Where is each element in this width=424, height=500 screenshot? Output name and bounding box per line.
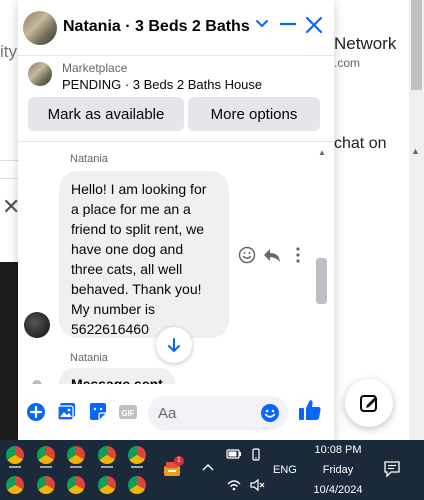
chevron-up-icon[interactable] xyxy=(201,462,215,472)
chrome-icon[interactable] xyxy=(67,446,85,464)
contact-avatar[interactable] xyxy=(23,11,57,45)
wifi-icon[interactable] xyxy=(226,478,242,492)
page-scrollbar-thumb[interactable] xyxy=(411,0,422,90)
gif-icon[interactable]: GIF xyxy=(118,402,138,422)
message-bubble[interactable]: Hello! I am looking for a place for me a… xyxy=(59,171,229,338)
page-scroll-arrow-icon[interactable]: ▲ xyxy=(411,146,420,156)
sticker-icon[interactable] xyxy=(88,402,108,422)
message-input-box[interactable] xyxy=(148,396,288,430)
scroll-to-bottom-button[interactable] xyxy=(156,327,192,363)
background-text-chat-on: chat on xyxy=(334,135,387,152)
reply-icon[interactable] xyxy=(263,246,281,264)
close-icon[interactable] xyxy=(305,16,323,34)
chrome-icon[interactable] xyxy=(6,446,24,464)
chrome-icon[interactable] xyxy=(128,476,146,494)
background-text-network: Network xyxy=(334,34,397,53)
taskbar-active-indicator xyxy=(9,466,21,468)
marketplace-label: Marketplace xyxy=(62,61,128,75)
plus-circle-icon[interactable] xyxy=(26,402,46,422)
thumbs-up-icon[interactable] xyxy=(298,398,322,422)
clock-time[interactable]: 10:08 PM xyxy=(310,444,366,456)
compose-icon xyxy=(360,395,377,412)
svg-text:GIF: GIF xyxy=(121,409,134,418)
background-dark-panel xyxy=(0,262,18,440)
message-composer: GIF xyxy=(18,384,334,440)
chrome-icon[interactable] xyxy=(67,476,85,494)
notification-badge: 1 xyxy=(174,456,184,466)
sender-name: Natania xyxy=(70,352,108,364)
photo-icon[interactable] xyxy=(57,402,77,422)
notification-center-icon[interactable] xyxy=(383,460,401,478)
chrome-icon[interactable] xyxy=(98,446,116,464)
marketplace-card: Marketplace PENDING · 3 Beds 2 Baths Hou… xyxy=(18,56,334,142)
mark-available-button[interactable]: Mark as available xyxy=(28,97,184,131)
chrome-icon[interactable] xyxy=(37,476,55,494)
message-input[interactable] xyxy=(158,404,258,422)
sender-avatar[interactable] xyxy=(24,312,50,338)
chrome-icon[interactable] xyxy=(6,476,24,494)
chrome-icon[interactable] xyxy=(128,446,146,464)
taskbar-active-indicator xyxy=(131,466,143,468)
more-options-button[interactable]: More options xyxy=(188,97,320,131)
background-divider xyxy=(0,160,18,161)
clock-day[interactable]: Friday xyxy=(310,464,366,476)
new-message-button[interactable] xyxy=(345,379,393,427)
taskbar-active-indicator xyxy=(70,466,82,468)
chat-title[interactable]: Natania · 3 Beds 2 Baths H... xyxy=(63,18,253,36)
emoji-icon[interactable] xyxy=(260,403,280,423)
phone-link-icon[interactable] xyxy=(249,448,263,462)
more-dots-icon[interactable] xyxy=(294,246,302,264)
background-text-com: .com xyxy=(334,56,361,70)
taskbar-active-indicator xyxy=(101,466,113,468)
smiley-icon[interactable] xyxy=(238,246,256,264)
background-text-fragment: ity xyxy=(0,42,17,61)
language-indicator[interactable]: ENG xyxy=(273,464,297,476)
chat-scrollbar-thumb[interactable] xyxy=(316,258,327,304)
sender-name: Natania xyxy=(70,153,108,165)
listing-thumbnail[interactable] xyxy=(28,62,52,86)
minimize-icon[interactable] xyxy=(280,16,296,32)
chat-header[interactable]: Natania · 3 Beds 2 Baths H... xyxy=(18,0,334,56)
taskbar-active-indicator xyxy=(40,466,52,468)
battery-icon[interactable] xyxy=(226,448,242,460)
chevron-down-icon[interactable] xyxy=(254,16,270,32)
arrow-down-icon xyxy=(168,338,180,352)
listing-title[interactable]: PENDING · 3 Beds 2 Baths House xyxy=(62,77,262,92)
speaker-muted-icon[interactable] xyxy=(249,478,265,492)
chat-scroll-up-icon[interactable]: ▲ xyxy=(318,148,326,157)
chrome-icon[interactable] xyxy=(37,446,55,464)
chrome-icon[interactable] xyxy=(98,476,116,494)
clock-date[interactable]: 10/4/2024 xyxy=(310,484,366,496)
chat-window: Natania · 3 Beds 2 Baths H... Marketplac… xyxy=(18,0,334,440)
background-divider xyxy=(0,178,18,179)
